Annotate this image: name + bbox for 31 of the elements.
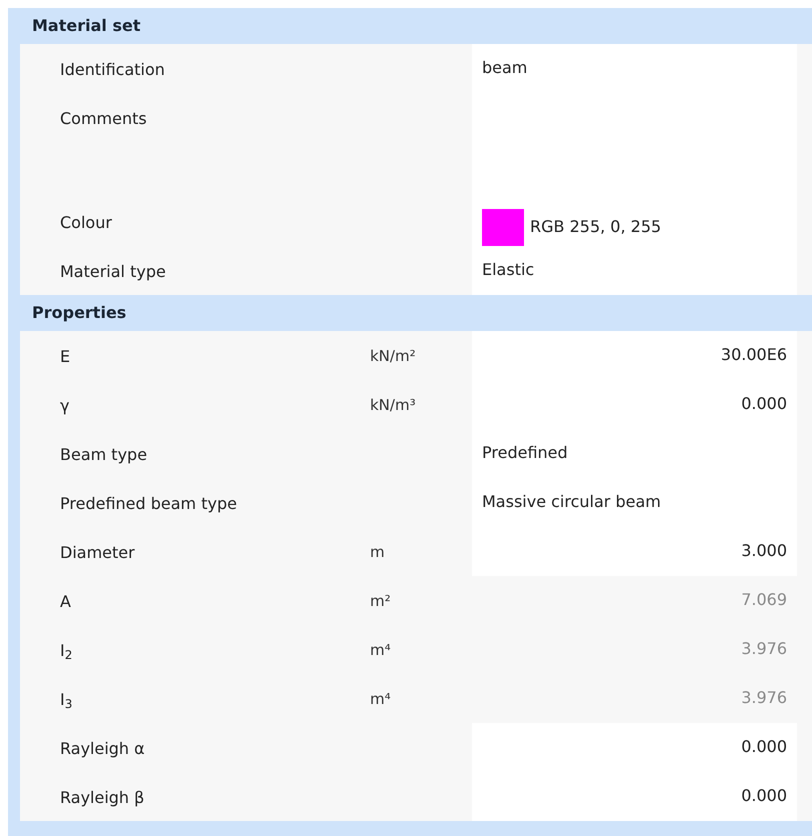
value-cell[interactable]: beam [472, 44, 797, 93]
unit-label: kN/m³ [370, 396, 416, 414]
unit-label: m [370, 543, 385, 561]
value-cell[interactable]: 0.000 [472, 380, 797, 429]
value-cell[interactable]: Predefined [472, 429, 797, 478]
unit-label: m² [370, 592, 391, 610]
unit-label: m⁴ [370, 690, 391, 708]
value-cell[interactable]: 0.000 [472, 723, 797, 772]
value-cell[interactable]: 3.000 [472, 527, 797, 576]
property-label: Diameter [60, 542, 135, 564]
unit-label: kN/m² [370, 347, 416, 365]
property-label: Predefined beam type [60, 493, 237, 515]
value-cell[interactable]: Massive circular beam [472, 478, 797, 527]
value-cell[interactable]: RGB 255, 0, 255 [472, 197, 797, 246]
value-cell[interactable]: 30.00E6 [472, 331, 797, 380]
value-cell[interactable]: Elastic [472, 246, 797, 295]
property-label: γ [60, 395, 70, 417]
property-label: Comments [60, 108, 147, 130]
property-label: Colour [60, 212, 112, 234]
property-label: Identification [60, 59, 165, 81]
property-label: I$_{3}$ [60, 689, 72, 712]
property-label: Rayleigh α [60, 738, 145, 760]
property-label: Material type [60, 261, 166, 283]
property-label: Beam type [60, 444, 148, 466]
property-label: E [60, 346, 70, 368]
property-label: Rayleigh β [60, 787, 144, 809]
property-label: A [60, 591, 71, 613]
colour-value: RGB 255, 0, 255 [530, 216, 662, 238]
property-label: I$_{2}$ [60, 640, 72, 663]
unit-label: m⁴ [370, 641, 391, 659]
value-cell[interactable]: 0.000 [472, 772, 797, 821]
